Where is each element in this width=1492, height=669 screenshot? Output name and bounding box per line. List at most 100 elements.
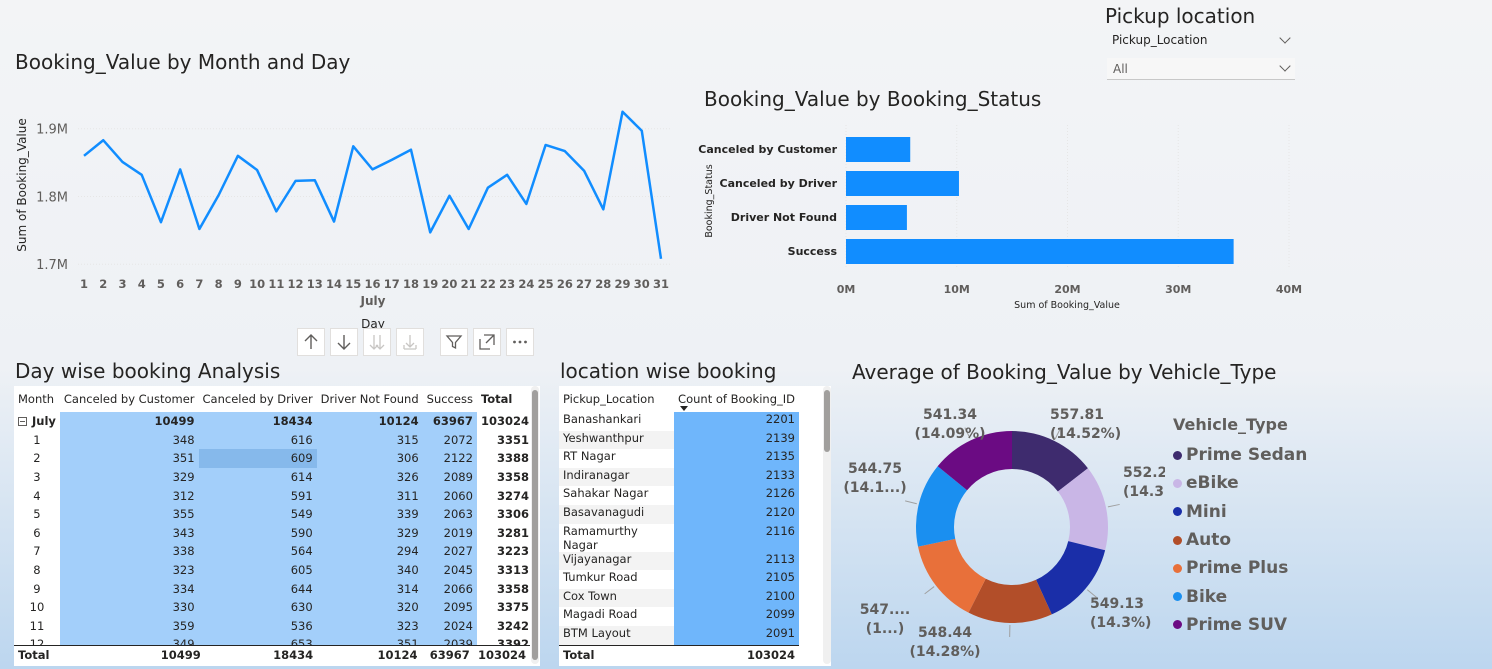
matrix-cell: 343 [59, 523, 199, 543]
matrix-cell: 614 [198, 467, 317, 487]
x-tick-label: 30M [1165, 283, 1191, 296]
y-tick-label: Canceled by Driver [720, 177, 838, 190]
matrix-cell: 3351 [496, 432, 529, 447]
legend-item[interactable]: Prime Sedan [1173, 441, 1307, 469]
matrix-cell: 3242 [496, 618, 529, 633]
total-cell: Total [563, 648, 595, 663]
matrix-column-header[interactable]: Canceled by Driver [198, 386, 317, 412]
table-row[interactable]: 5 355 549 339 2063 3306 [14, 504, 533, 524]
location-name-cell: BTM Layout [559, 625, 675, 645]
y-tick-label: 1.9M [36, 123, 68, 138]
drill-down-button[interactable] [330, 328, 358, 356]
slicer-dropdown[interactable]: All [1107, 58, 1295, 80]
location-scrollbar[interactable] [823, 386, 831, 664]
bar-chart: 0M 10M 20M 30M 40M Canceled by Customer Cancel… [698, 125, 1302, 311]
matrix-column-header[interactable]: Canceled by Customer [59, 386, 199, 412]
table-row[interactable]: Ramamurthy Nagar 2116 [559, 523, 799, 552]
matrix-cell: 330 [59, 597, 199, 617]
legend-dot-icon [1173, 450, 1182, 460]
table-row[interactable]: 7 338 564 294 2027 3223 [14, 542, 533, 561]
table-row[interactable]: RT Nagar 2135 [559, 449, 799, 468]
matrix-column-header[interactable]: Month [14, 386, 60, 412]
collapse-icon[interactable] [18, 417, 27, 427]
y-tick-label: 1.7M [36, 258, 68, 273]
slice-value-label: 541.34 [923, 407, 977, 423]
location-name-cell: Sahakar Nagar [559, 486, 675, 505]
x-tick-label: 23 [499, 277, 515, 291]
legend-item[interactable]: Prime Plus [1173, 554, 1307, 582]
table-row[interactable]: Magadi Road 2099 [559, 607, 799, 626]
slicer-field-header[interactable]: Pickup_Location [1105, 30, 1295, 52]
expand-down-icon [403, 335, 417, 350]
location-column-header[interactable]: Count of Booking_ID [674, 386, 799, 412]
matrix-column-header[interactable]: Driver Not Found [316, 386, 423, 412]
matrix-scroll-thumb[interactable] [532, 390, 538, 660]
slicer-selected-value: All [1113, 62, 1128, 76]
booking-count-cell: 2135 [674, 449, 799, 468]
x-tick-label: 7 [195, 277, 203, 291]
arrow-up-icon [304, 334, 318, 349]
matrix-cell: 3274 [496, 488, 529, 503]
drill-up-button[interactable] [297, 328, 325, 356]
x-tick-label: 0M [837, 283, 856, 296]
legend-item[interactable]: Prime SUV [1173, 611, 1307, 639]
legend-item[interactable]: eBike [1173, 469, 1307, 497]
x-tick-label: 24 [518, 277, 534, 291]
matrix-column-header[interactable]: Total [476, 386, 533, 412]
slice-value-label: 547.... [860, 602, 911, 618]
table-row[interactable]: Basavanagudi 2120 [559, 504, 799, 524]
table-row[interactable]: 2 351 609 306 2122 3388 [14, 449, 533, 468]
arrow-down-icon [337, 335, 351, 350]
y-tick-label: Canceled by Customer [698, 143, 837, 156]
total-cell: 10124 [377, 648, 418, 663]
location-name-cell: Vijayanagar [559, 551, 675, 571]
expand-hierarchy-button[interactable] [396, 328, 424, 356]
matrix-group-row[interactable]: July 10499 18434 10124 63967 103024 [14, 412, 533, 431]
x-tick-label: 25 [538, 277, 554, 291]
table-row[interactable]: 8 323 605 340 2045 3313 [14, 560, 533, 580]
matrix-cell: 323 [316, 616, 423, 636]
slice-percent-label: (14.3%) [1090, 615, 1151, 631]
row-label: 8 [33, 563, 41, 578]
matrix-column-header[interactable]: Success [422, 386, 477, 412]
booking-count-cell: 2105 [674, 570, 799, 589]
table-row[interactable]: 9 334 644 314 2066 3358 [14, 579, 533, 598]
table-row[interactable]: Tumkur Road 2105 [559, 570, 799, 589]
matrix-scrollbar[interactable] [531, 386, 539, 664]
slice-value-label: 552.21 [1123, 465, 1165, 481]
table-row[interactable]: Banashankari 2201 [559, 412, 799, 431]
bar [846, 171, 959, 196]
legend-item[interactable]: Mini [1173, 498, 1307, 526]
filter-button[interactable] [440, 328, 468, 356]
matrix-cell: 2066 [422, 579, 477, 598]
chevron-down-icon [1279, 60, 1291, 72]
matrix-cell: 564 [198, 542, 317, 561]
table-row[interactable]: Yeshwanthpur 2139 [559, 430, 799, 450]
row-label: 9 [33, 581, 41, 596]
next-level-button[interactable] [363, 328, 391, 356]
legend-dot-icon [1173, 592, 1182, 602]
table-row[interactable]: Vijayanagar 2113 [559, 551, 799, 571]
table-row[interactable]: 4 312 591 311 2060 3274 [14, 486, 533, 505]
matrix-cell: 10499 [59, 412, 199, 431]
x-tick-label: 10M [944, 283, 970, 296]
legend-item[interactable]: Auto [1173, 526, 1307, 554]
location-column-header[interactable]: Pickup_Location [559, 386, 675, 412]
focus-mode-button[interactable] [473, 328, 501, 356]
booking-count-cell: 2120 [674, 504, 799, 524]
table-row[interactable]: 3 329 614 326 2089 3358 [14, 467, 533, 487]
table-row[interactable]: 10 330 630 320 2095 3375 [14, 597, 533, 617]
table-row[interactable]: BTM Layout 2091 [559, 625, 799, 645]
x-tick-label: 16 [364, 277, 380, 291]
location-name-cell: Yeshwanthpur [559, 430, 675, 450]
legend-item[interactable]: Bike [1173, 582, 1307, 610]
table-row[interactable]: Indiranagar 2133 [559, 467, 799, 487]
location-scroll-thumb[interactable] [824, 390, 830, 452]
more-options-button[interactable] [506, 328, 534, 356]
table-row[interactable]: 11 359 536 323 2024 3242 [14, 616, 533, 636]
table-row[interactable]: Cox Town 2100 [559, 588, 799, 608]
table-row[interactable]: Sahakar Nagar 2126 [559, 486, 799, 505]
legend-dot-icon [1173, 535, 1182, 545]
table-row[interactable]: 1 348 616 315 2072 3351 [14, 430, 533, 450]
table-row[interactable]: 6 343 590 329 2019 3281 [14, 523, 533, 543]
